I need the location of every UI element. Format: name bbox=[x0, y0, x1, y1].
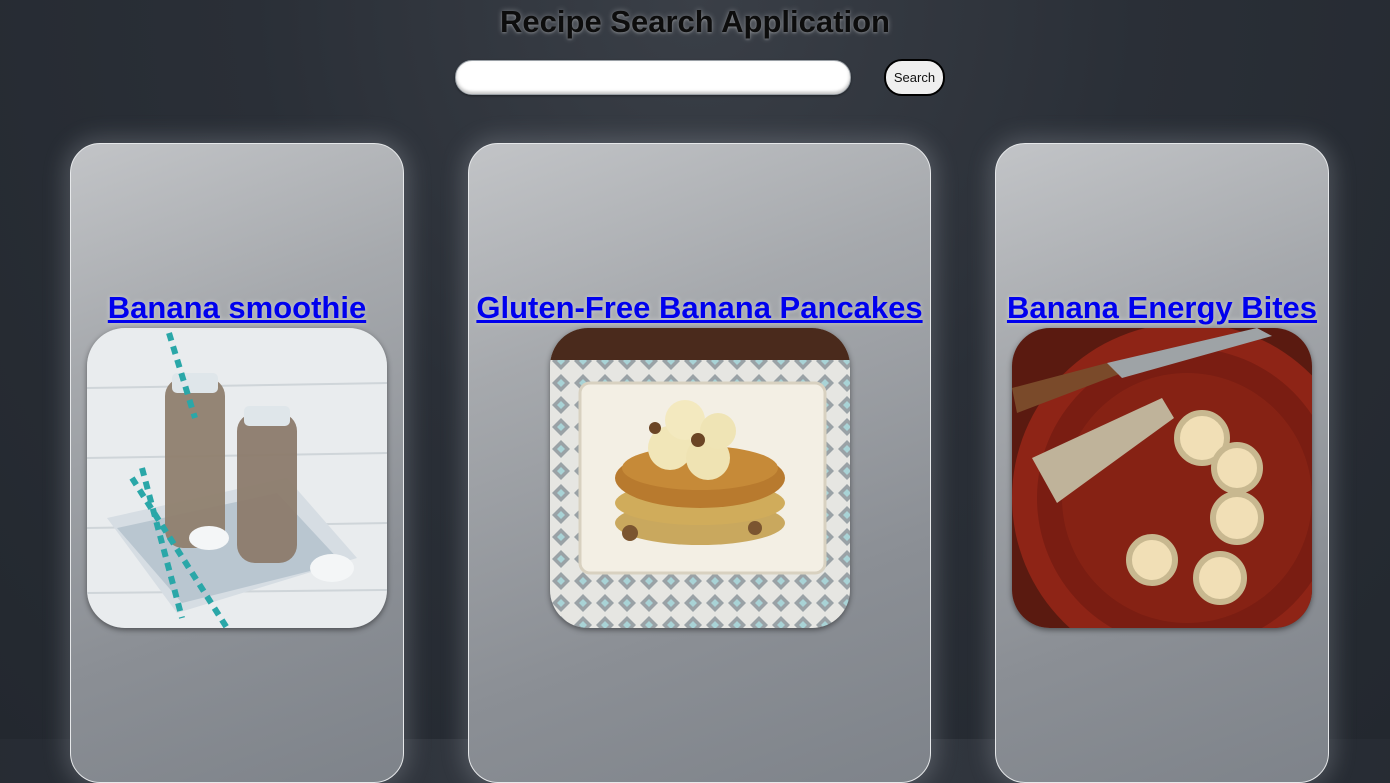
recipe-title-link[interactable]: Banana smoothie bbox=[71, 290, 403, 326]
recipe-image-pancakes bbox=[549, 328, 850, 628]
recipe-title-link[interactable]: Banana Energy Bites bbox=[996, 290, 1328, 326]
recipe-image-smoothie bbox=[87, 328, 387, 628]
recipe-title-link[interactable]: Gluten-Free Banana Pancakes bbox=[469, 290, 930, 326]
recipe-image-energy-bites bbox=[1012, 328, 1312, 628]
recipe-card: Banana Energy Bites bbox=[995, 143, 1329, 783]
recipe-card: Banana smoothie bbox=[70, 143, 404, 783]
search-input[interactable] bbox=[455, 60, 851, 95]
search-button[interactable]: Search bbox=[884, 59, 945, 96]
recipe-card: Gluten-Free Banana Pancakes bbox=[468, 143, 931, 783]
page-title: Recipe Search Application bbox=[500, 4, 890, 39]
